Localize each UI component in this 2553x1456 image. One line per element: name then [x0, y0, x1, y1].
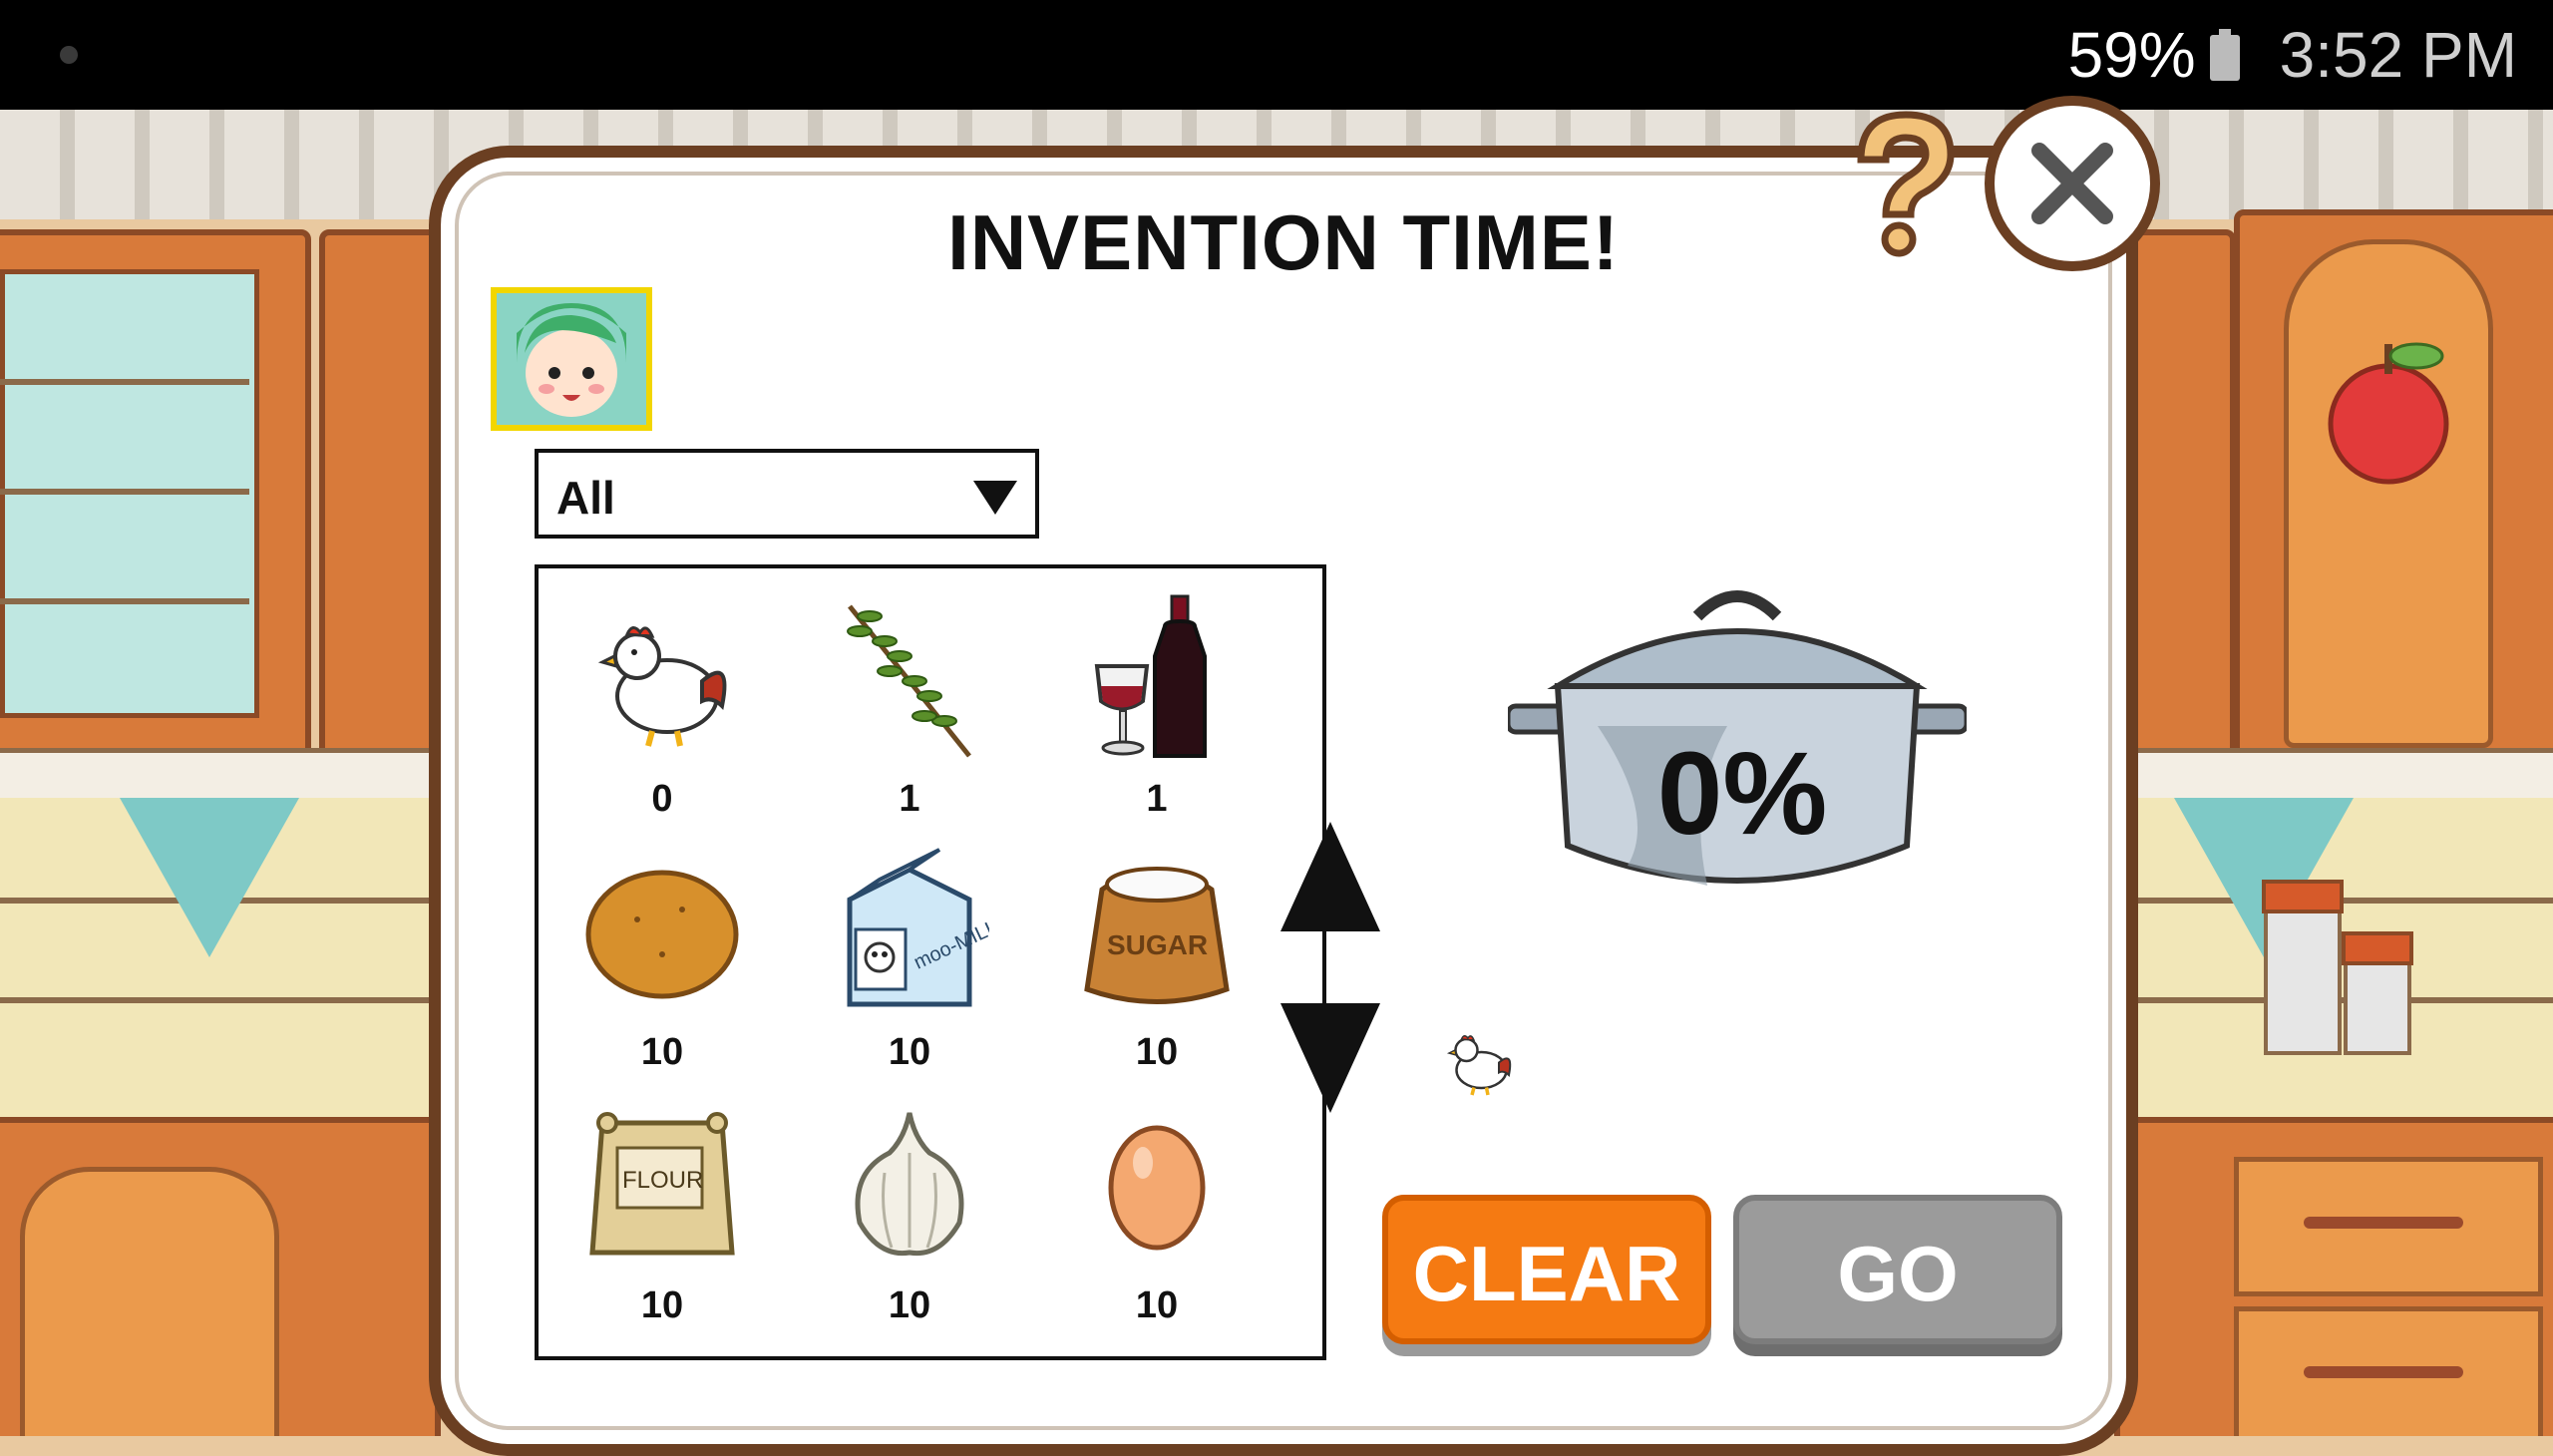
ingredient-quantity: 10	[888, 1284, 931, 1326]
ingredient-quantity: 1	[1146, 778, 1168, 820]
sugar-package-label: SUGAR	[1107, 929, 1208, 960]
ingredient-quantity: 10	[640, 1031, 684, 1073]
ingredient-herb[interactable]: 1	[786, 578, 1033, 832]
ingredient-quantity: 1	[899, 778, 920, 820]
egg-icon	[1108, 1125, 1206, 1251]
ingredient-wine[interactable]: 1	[1033, 578, 1280, 832]
ingredient-sugar[interactable]: SUGAR 10	[1033, 832, 1280, 1085]
scroll-down-arrow[interactable]	[1280, 1003, 1380, 1113]
notification-dot	[60, 46, 78, 64]
clock: 3:52 PM	[2279, 19, 2517, 91]
ingredient-quantity: 10	[1135, 1284, 1179, 1326]
close-icon	[2026, 138, 2118, 229]
chicken-icon	[597, 626, 727, 747]
wine-icon	[1094, 594, 1207, 758]
potato-icon	[585, 870, 739, 999]
ingredient-potato[interactable]: 10	[539, 832, 786, 1085]
ingredient-milk[interactable]: moo-MILK 10	[786, 832, 1033, 1085]
ingredient-chicken[interactable]: 0	[539, 578, 786, 832]
battery-icon	[2209, 29, 2240, 81]
ingredient-quantity: 10	[640, 1284, 684, 1326]
category-dropdown[interactable]: All	[535, 449, 1039, 539]
flour-sack-icon: FLOUR	[589, 1112, 735, 1256]
herb-icon	[847, 604, 971, 758]
selected-chicken-icon	[1446, 1035, 1512, 1096]
flour-package-label: FLOUR	[622, 1167, 703, 1194]
ingredient-egg[interactable]: 10	[1033, 1085, 1280, 1338]
invention-dialog: INVENTION TIME! All 0 1 1 10 moo-MILK 10…	[429, 146, 2138, 1456]
ingredient-quantity: 0	[651, 778, 673, 820]
dropdown-arrow-icon	[973, 481, 1017, 515]
ingredient-flour[interactable]: FLOUR 10	[539, 1085, 786, 1338]
ingredient-grid: 0 1 1 10 moo-MILK 10 SUGAR 10 FLOUR 10 1…	[535, 564, 1326, 1360]
close-button[interactable]	[1985, 96, 2160, 271]
milk-carton-icon: moo-MILK	[847, 848, 989, 1007]
sugar-sack-icon: SUGAR	[1084, 867, 1230, 1004]
help-question-icon[interactable]	[1841, 110, 1961, 259]
apple-cabinet-door	[2284, 239, 2493, 748]
dropdown-selected-value: All	[556, 472, 615, 524]
ingredient-garlic[interactable]: 10	[786, 1085, 1033, 1338]
garlic-icon	[855, 1112, 964, 1257]
pot-progress-label: 0%	[1656, 728, 1828, 860]
ingredient-quantity: 10	[888, 1031, 931, 1073]
status-bar: 59% 3:52 PM	[0, 0, 2553, 110]
go-button[interactable]: GO	[1733, 1195, 2062, 1344]
scroll-up-arrow[interactable]	[1280, 822, 1380, 931]
clear-button[interactable]: CLEAR	[1382, 1195, 1711, 1344]
battery-percent: 59%	[2067, 19, 2196, 91]
ingredient-quantity: 10	[1135, 1031, 1179, 1073]
character-avatar	[491, 287, 652, 431]
